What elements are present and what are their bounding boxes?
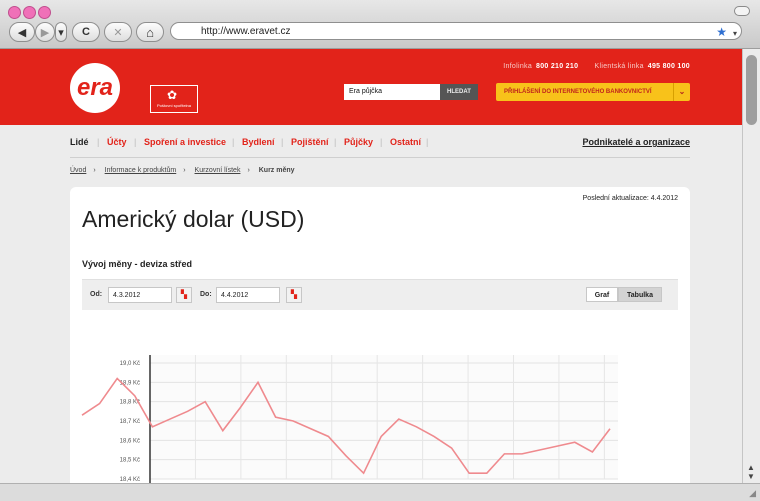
nav-item-sporeni[interactable]: Spoření a investice: [144, 137, 226, 147]
close-window-icon[interactable]: [8, 6, 21, 19]
scrollbar-thumb[interactable]: [746, 55, 757, 125]
site-header: era ✿ Poštovní spořitelna Infolinka 800 2…: [0, 49, 742, 125]
chart-subtitle: Vývoj měny - deviza střed: [82, 259, 193, 269]
clover-icon: ✿: [167, 88, 178, 102]
breadcrumb: Úvod › Informace k produktům › Kurzovní lí…: [70, 167, 302, 174]
home-button[interactable]: ⌂: [136, 22, 164, 42]
nav-separator: |: [134, 137, 137, 147]
login-label: PŘIHLÁŠENÍ DO INTERNETOVÉHO BANKOVNICTVÍ: [504, 89, 652, 95]
browser-toolbar: ◀ ▶ ▾ C ✕ ⌂ http://www.eravet.cz ★ ▾: [0, 0, 760, 49]
page-viewport: era ✿ Poštovní spořitelna Infolinka 800 2…: [0, 49, 742, 483]
internet-banking-login-button[interactable]: PŘIHLÁŠENÍ DO INTERNETOVÉHO BANKOVNICTVÍ…: [496, 83, 690, 101]
toolbar-toggle-icon[interactable]: [734, 6, 750, 16]
plot-area: [150, 355, 618, 479]
to-label: Do:: [200, 291, 212, 298]
reload-button[interactable]: C: [72, 22, 100, 42]
url-text: http://www.eravet.cz: [201, 26, 291, 37]
status-bar: ◢: [0, 483, 760, 501]
tab-tabulka[interactable]: Tabulka: [618, 287, 662, 302]
address-bar[interactable]: http://www.eravet.cz ★ ▾: [170, 22, 742, 40]
breadcrumb-separator: ›: [247, 167, 250, 174]
y-tick-label: 18,6 Kč: [120, 438, 140, 444]
forward-icon: ▶: [40, 26, 50, 39]
reload-icon: C: [82, 26, 90, 38]
home-icon: ⌂: [146, 24, 154, 40]
search-button[interactable]: HLEDAT: [440, 84, 478, 100]
calendar-icon[interactable]: ▚: [286, 287, 302, 303]
era-logo[interactable]: era: [70, 63, 120, 113]
infolinka-number: 800 210 210: [536, 63, 579, 70]
back-button[interactable]: ◀: [9, 22, 35, 42]
forward-button[interactable]: ▶: [35, 22, 55, 42]
chevron-down-icon[interactable]: ▾: [733, 25, 737, 42]
breadcrumb-informace[interactable]: Informace k produktům: [105, 167, 177, 174]
breadcrumb-uvod[interactable]: Úvod: [70, 167, 86, 174]
y-tick-label: 18,7 Kč: [120, 419, 140, 425]
scroll-down-icon[interactable]: ▼: [747, 472, 755, 481]
page-title: Americký dolar (USD): [82, 206, 305, 232]
postovni-sporitelna-logo[interactable]: ✿ Poštovní spořitelna: [150, 85, 198, 113]
resize-grip-icon[interactable]: ◢: [749, 488, 756, 499]
breadcrumb-current: Kurz měny: [258, 167, 295, 174]
exchange-rate-chart: 19,0 Kč 18,9 Kč 18,8 Kč 18,7 Kč 18,6 Kč 18,5 …: [70, 339, 690, 483]
partner-text: Poštovní spořitelna: [156, 103, 192, 108]
line-chart: 19,0 Kč18,9 Kč18,8 Kč18,7 Kč18,6 Kč18,5 …: [81, 355, 618, 483]
minimize-window-icon[interactable]: [23, 6, 36, 19]
nav-separator: |: [334, 137, 337, 147]
y-tick-label: 18,5 Kč: [120, 458, 140, 464]
tab-graf[interactable]: Graf: [586, 287, 618, 302]
nav-item-bydleni[interactable]: Bydlení: [242, 137, 275, 147]
logo-text: era: [76, 74, 114, 101]
search-input[interactable]: Era půjčka: [344, 84, 440, 100]
chevron-down-icon: ⌄: [673, 83, 690, 101]
breadcrumb-separator: ›: [183, 167, 186, 174]
nav-separator: |: [380, 137, 383, 147]
contact-info: Infolinka 800 210 210 Klientská linka 495 …: [503, 63, 690, 70]
nav-separator: |: [426, 137, 429, 147]
breadcrumb-kurzovni-listek[interactable]: Kurzovní lístek: [195, 167, 241, 174]
nav-divider: [70, 157, 690, 158]
nav-separator: |: [97, 137, 100, 147]
nav-separator: |: [232, 137, 235, 147]
nav-item-lide[interactable]: Lidé: [70, 137, 89, 147]
bookmark-star-icon[interactable]: ★: [716, 24, 727, 41]
from-date-input[interactable]: 4.3.2012: [108, 287, 172, 303]
date-range-controls: Od: 4.3.2012 ▚ Do: 4.4.2012 ▚ Graf Tabul…: [82, 279, 678, 310]
nav-item-ucty[interactable]: Účty: [107, 137, 127, 147]
nav-item-podnikatele[interactable]: Podnikatelé a organizace: [582, 137, 690, 147]
breadcrumb-separator: ›: [93, 167, 96, 174]
maximize-window-icon[interactable]: [38, 6, 51, 19]
scroll-up-icon[interactable]: ▲: [747, 463, 755, 472]
stop-button[interactable]: ✕: [104, 22, 132, 42]
main-navigation: Lidé | Účty | Spoření a investice | Bydl…: [70, 137, 690, 151]
last-updated: Poslední aktualizace: 4.4.2012: [582, 195, 678, 202]
nav-item-pujcky[interactable]: Půjčky: [344, 137, 373, 147]
nav-item-pojisteni[interactable]: Pojištění: [291, 137, 329, 147]
back-icon: ◀: [17, 26, 27, 39]
y-tick-label: 19,0 Kč: [120, 361, 140, 367]
infolinka-label: Infolinka: [503, 63, 533, 70]
klientska-label: Klientská linka: [594, 63, 644, 70]
calendar-icon[interactable]: ▚: [176, 287, 192, 303]
klientska-number: 495 800 100: [647, 63, 690, 70]
history-dropdown-button[interactable]: ▾: [55, 22, 67, 42]
stop-icon: ✕: [113, 26, 123, 39]
vertical-scrollbar[interactable]: ▲ ▼: [742, 49, 760, 483]
chevron-down-icon: ▾: [58, 26, 64, 39]
from-label: Od:: [90, 291, 103, 298]
to-date-input[interactable]: 4.4.2012: [216, 287, 280, 303]
nav-separator: |: [281, 137, 284, 147]
nav-item-ostatni[interactable]: Ostatní: [390, 137, 421, 147]
